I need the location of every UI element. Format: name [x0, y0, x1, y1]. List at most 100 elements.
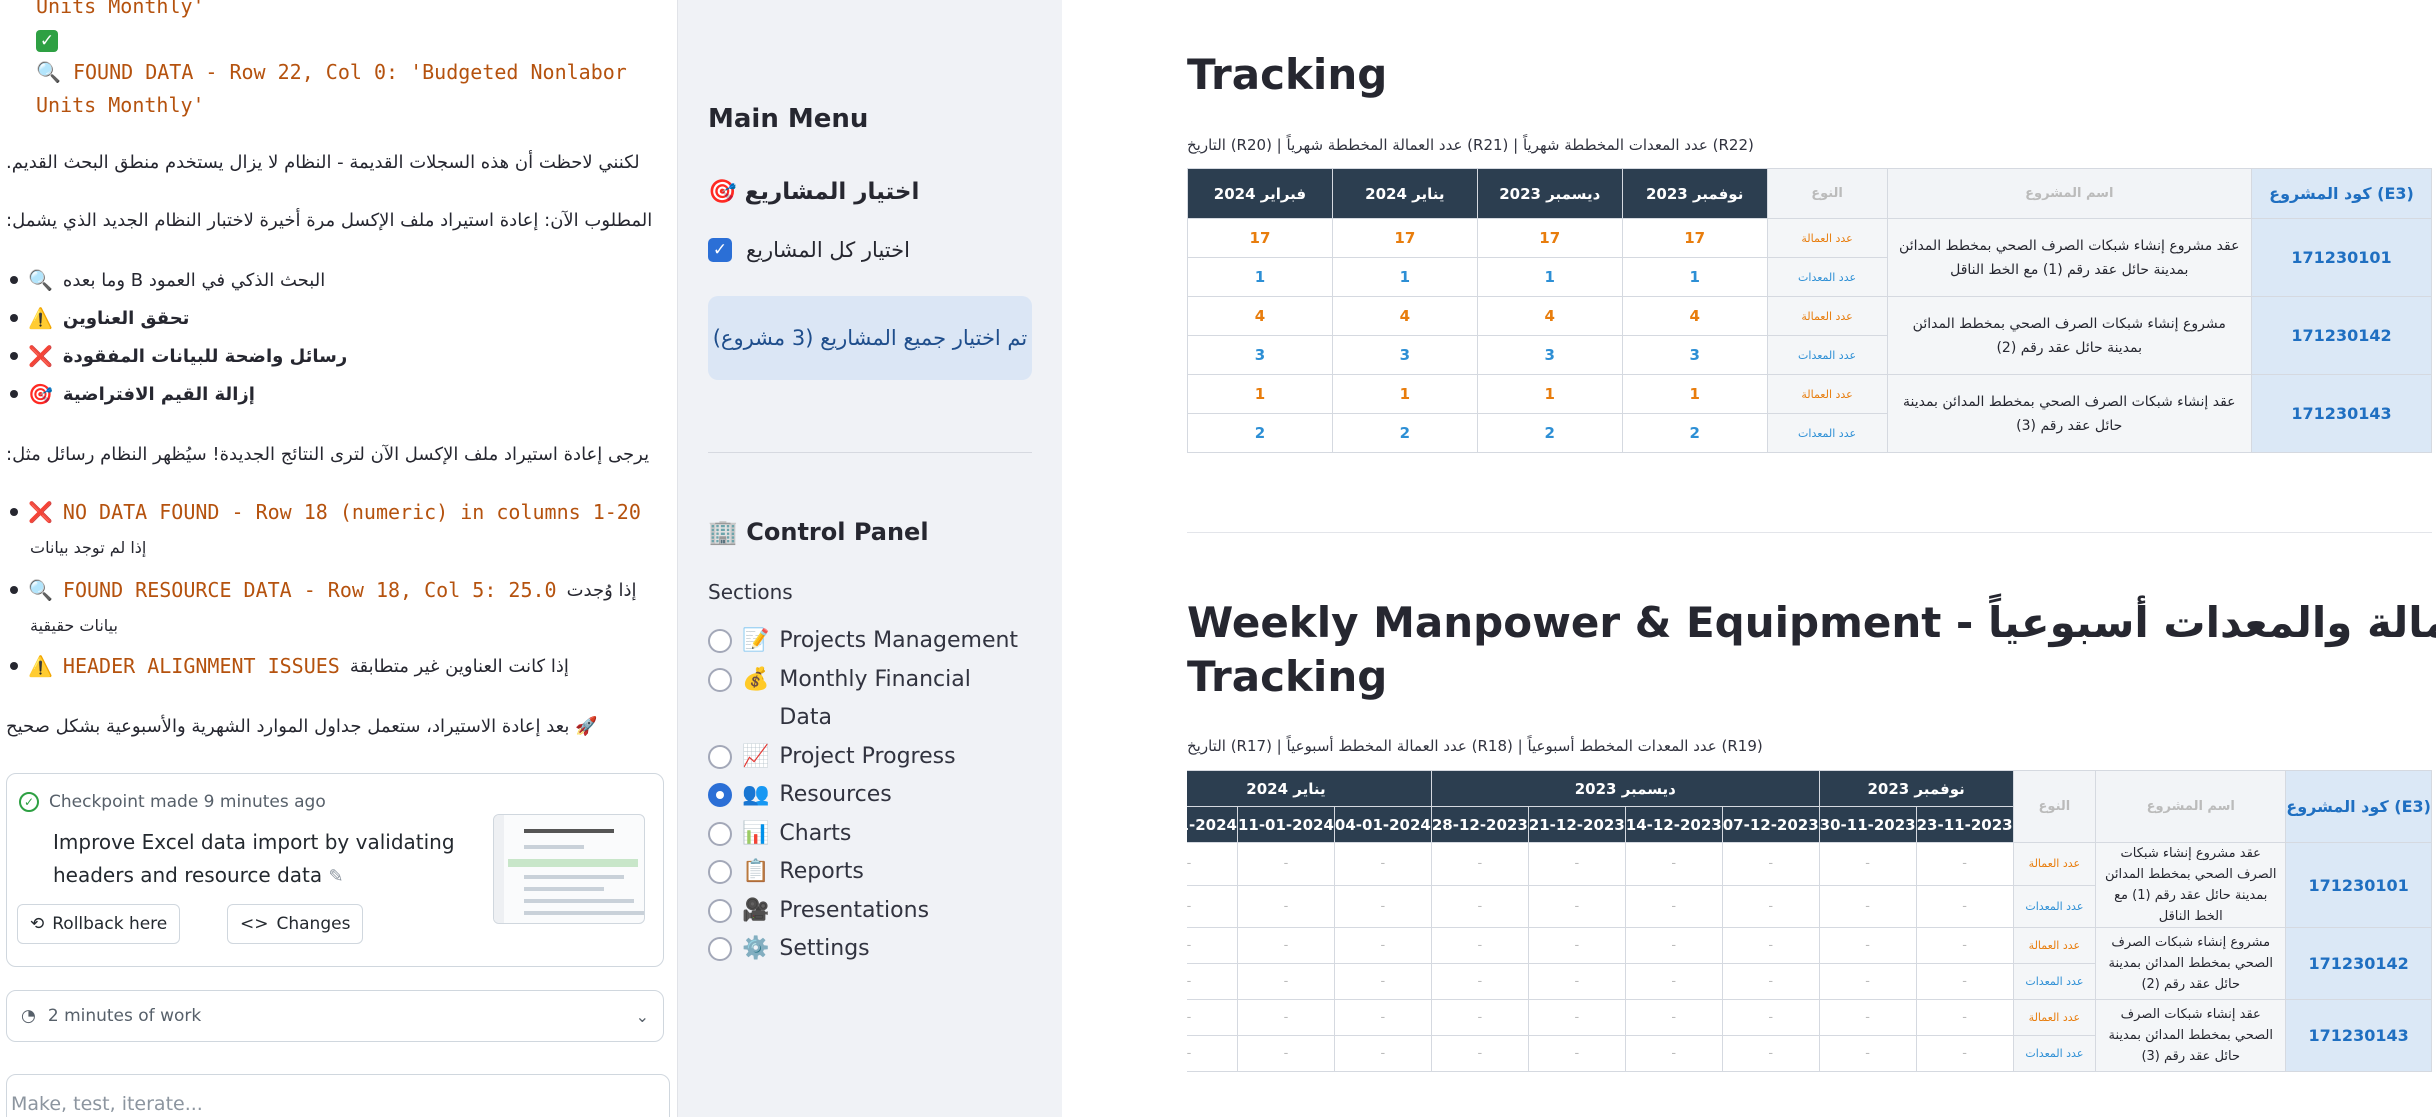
- chat-paragraph: 🚀 بعد إعادة الاستيراد، ستعمل جداول الموا…: [6, 716, 598, 737]
- chat-input[interactable]: Make, test, iterate...: [6, 1074, 670, 1117]
- type-cell: عدد المعدات: [2012, 884, 2097, 928]
- checkpoint-time: Checkpoint made 9 minutes ago: [49, 792, 326, 812]
- work-summary[interactable]: ◔ 2 minutes of work ⌄: [6, 990, 664, 1042]
- project-name-cell: عقد مشروع إنشاء شبكات الصرف الصحي بمخطط …: [1886, 218, 2253, 297]
- money-bag-icon: 💰: [742, 666, 770, 692]
- type-header: النوع: [2012, 770, 2097, 843]
- value-cell: 3: [1187, 335, 1333, 375]
- value-cell: -: [1236, 842, 1335, 886]
- value-cell: -: [1915, 1035, 2014, 1072]
- value-cell: -: [1624, 927, 1723, 964]
- value-cell: -: [1187, 884, 1238, 928]
- value-cell: -: [1915, 884, 2014, 928]
- value-cell: -: [1527, 1035, 1626, 1072]
- month-header: نوفمبر 2023: [1621, 168, 1768, 219]
- bar-chart-icon: 📊: [742, 820, 770, 846]
- edit-icon[interactable]: ✎: [329, 866, 344, 887]
- project-name-cell: عقد مشروع إنشاء شبكات الصرف الصحي بمخطط …: [2095, 842, 2287, 928]
- project-name-cell: عقد إنشاء شبكات الصرف الصحي بمخطط المدائ…: [1886, 374, 2253, 453]
- week-header: 14-12-2023: [1624, 806, 1723, 843]
- rollback-button[interactable]: ⟲ Rollback here: [17, 904, 181, 944]
- table-row: - - - - - - - - - عدد العمالة عقد إنشاء شبكات الصر…: [1187, 999, 2432, 1072]
- weekly-legend: التاريخ (R17) | عدد العمالة المخطط أسبوع…: [1187, 737, 1763, 755]
- table-row: 1 1 1 1 عدد العمالة عقد إنشاء شبكات الصرف الص…: [1187, 374, 2432, 453]
- building-icon: 🏢: [708, 518, 738, 546]
- cross-icon: ❌: [28, 500, 53, 524]
- selection-info-box: تم اختيار جميع المشاريع (3 مشروع): [708, 296, 1032, 380]
- section-resources[interactable]: 👥 Resources: [708, 776, 1019, 815]
- project-code-header: كود المشروع (E3): [2251, 168, 2432, 219]
- value-cell: -: [1818, 963, 1917, 1000]
- week-header: 18-01-2024: [1187, 806, 1238, 843]
- log-line: 🔍 FOUND DATA - Row 22, Col 0: 'Budgeted …: [36, 60, 627, 84]
- list-item-note: إذا لم توجد بيانات: [30, 538, 147, 557]
- value-cell: -: [1721, 927, 1820, 964]
- select-projects-heading: 🎯 اختيار المشاريع: [708, 179, 920, 205]
- project-name-cell: عقد إنشاء شبكات الصرف الصحي بمخطط المدائ…: [2095, 999, 2287, 1072]
- select-all-checkbox[interactable]: ✓ اختيار كل المشاريع: [708, 238, 910, 262]
- cross-icon: ❌: [28, 344, 53, 368]
- week-header: 28-12-2023: [1430, 806, 1529, 843]
- value-cell: -: [1527, 884, 1626, 928]
- month-header: فبراير 2024: [1187, 168, 1333, 219]
- list-item: 🎯 إزالة القيم الافتراضية: [10, 382, 255, 406]
- check-icon: ✓: [36, 23, 627, 56]
- value-cell: -: [1187, 927, 1238, 964]
- value-cell: -: [1818, 842, 1917, 886]
- value-cell: -: [1721, 963, 1820, 1000]
- project-code-cell: 171230142: [2285, 927, 2432, 1000]
- week-header: 30-11-2023: [1818, 806, 1917, 843]
- section-settings[interactable]: ⚙️ Settings: [708, 930, 1019, 969]
- weekly-table-scroll[interactable]: يناير 2024 ديسمبر 2023 نوفمبر 2023 النوع…: [1187, 770, 2432, 1090]
- section-project-progress[interactable]: 📈 Project Progress: [708, 738, 1019, 777]
- list-item: 🔍 FOUND RESOURCE DATA - Row 18, Col 5: 25…: [10, 578, 637, 602]
- value-cell: -: [1527, 963, 1626, 1000]
- month-header: يناير 2024: [1331, 168, 1478, 219]
- section-presentations[interactable]: 🎥 Presentations: [708, 892, 1019, 931]
- checkpoint-thumbnail[interactable]: [493, 814, 645, 924]
- value-cell: 17: [1331, 218, 1478, 258]
- sections-radio-group: 📝 Projects Management 💰 Monthly Financial …: [708, 622, 1019, 969]
- value-cell: -: [1333, 927, 1432, 964]
- section-projects-management[interactable]: 📝 Projects Management: [708, 622, 1019, 661]
- value-cell: -: [1236, 963, 1335, 1000]
- value-cell: 3: [1621, 335, 1768, 375]
- warning-icon: ⚠️: [28, 306, 53, 330]
- gear-icon: ⚙️: [742, 936, 770, 961]
- monthly-legend: التاريخ (R20) | عدد العمالة المخططة شهري…: [1187, 136, 1754, 154]
- week-header: 23-11-2023: [1915, 806, 2014, 843]
- value-cell: 1: [1331, 374, 1478, 414]
- checkpoint-title: Improve Excel data import by validating …: [53, 830, 455, 887]
- value-cell: -: [1430, 999, 1529, 1036]
- chevron-down-icon: ⌄: [635, 1006, 649, 1026]
- checkbox-checked-icon: ✓: [708, 238, 732, 262]
- checkpoint-card: ✓ Checkpoint made 9 minutes ago Improve E…: [6, 773, 664, 967]
- type-header: النوع: [1766, 168, 1888, 219]
- value-cell: -: [1333, 999, 1432, 1036]
- control-panel-heading: 🏢 Control Panel: [708, 518, 929, 546]
- value-cell: -: [1818, 884, 1917, 928]
- sections-label: Sections: [708, 580, 793, 604]
- month-header: ديسمبر 2023: [1476, 168, 1623, 219]
- rollback-icon: ⟲: [30, 914, 45, 934]
- value-cell: -: [1915, 999, 2014, 1036]
- value-cell: 1: [1187, 257, 1333, 297]
- value-cell: -: [1624, 842, 1723, 886]
- type-cell: عدد العمالة: [2012, 842, 2097, 886]
- value-cell: 1: [1476, 374, 1623, 414]
- project-name-header: اسم المشروع: [1886, 168, 2253, 219]
- value-cell: 1: [1476, 257, 1623, 297]
- check-circle-icon: ✓: [19, 792, 39, 812]
- value-cell: 4: [1187, 296, 1333, 336]
- section-monthly-financial-data[interactable]: 💰 Monthly Financial Data: [708, 661, 1019, 738]
- type-cell: عدد العمالة: [1766, 296, 1888, 336]
- project-code-cell: 171230143: [2285, 999, 2432, 1072]
- value-cell: 1: [1331, 257, 1478, 297]
- section-charts[interactable]: 📊 Charts: [708, 815, 1019, 854]
- value-cell: -: [1236, 999, 1335, 1036]
- section-reports[interactable]: 📋 Reports: [708, 853, 1019, 892]
- value-cell: -: [1236, 884, 1335, 928]
- week-header: 07-12-2023: [1721, 806, 1820, 843]
- changes-button[interactable]: <> Changes: [227, 904, 364, 944]
- value-cell: 17: [1621, 218, 1768, 258]
